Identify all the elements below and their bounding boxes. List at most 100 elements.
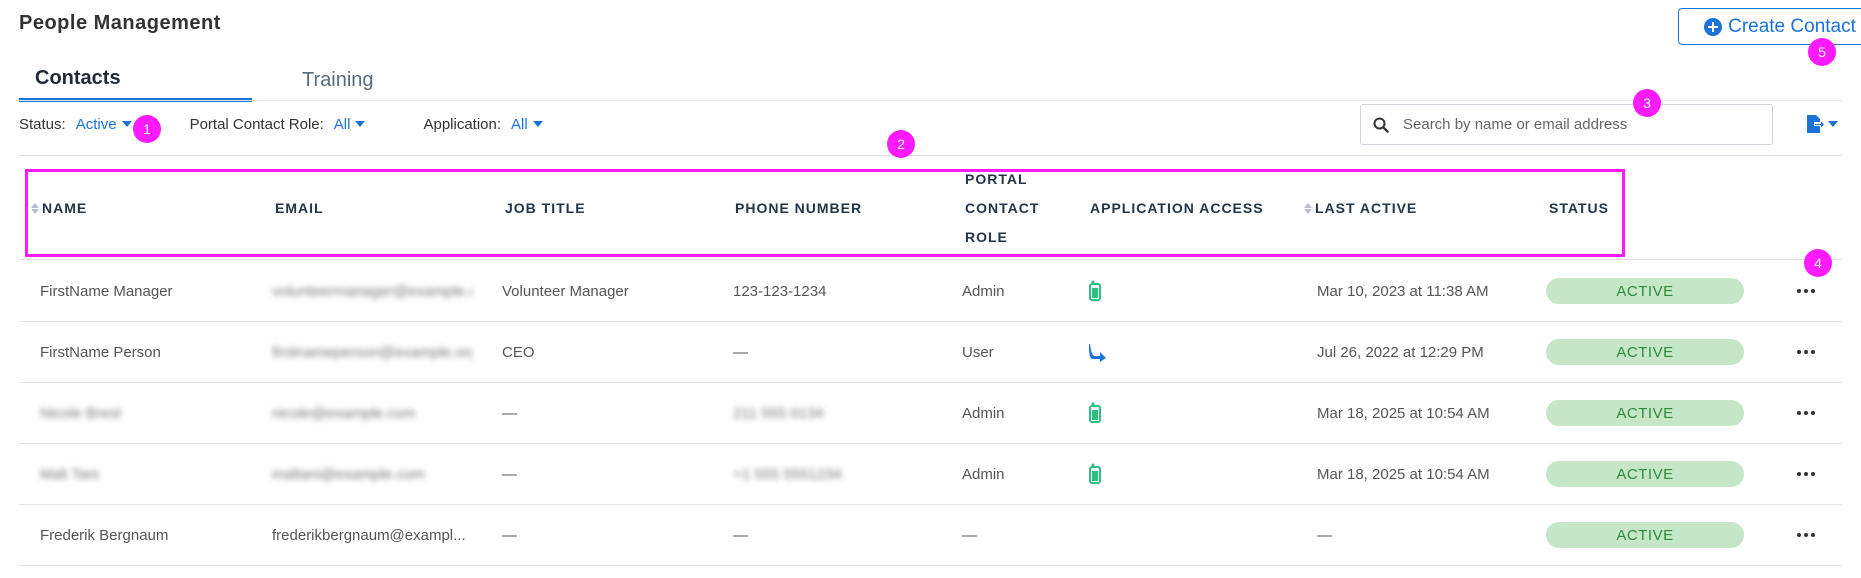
cell-status: ACTIVE bbox=[1546, 383, 1744, 443]
row-actions-button[interactable] bbox=[1797, 505, 1815, 565]
cell-last-active: Mar 18, 2025 at 10:54 AM bbox=[1317, 465, 1490, 483]
people-management-page: People Management Create Contact Contact… bbox=[0, 0, 1861, 578]
column-header-status: STATUS bbox=[1549, 200, 1609, 216]
volunteer-app-icon bbox=[1089, 402, 1101, 423]
cell-job-title: — bbox=[502, 526, 517, 544]
create-contact-label: Create Contact bbox=[1728, 15, 1856, 37]
status-badge: ACTIVE bbox=[1546, 522, 1744, 548]
cell-application-access bbox=[1088, 261, 1102, 321]
sort-icon bbox=[31, 202, 39, 214]
cell-phone: — bbox=[733, 343, 748, 361]
table-row[interactable]: FirstName Manager volunteermanager@examp… bbox=[19, 261, 1842, 322]
table-row[interactable]: FirstName Person firstnameperson@example… bbox=[19, 322, 1842, 383]
portal-role-filter-value: All bbox=[333, 115, 351, 133]
caret-down-icon bbox=[121, 121, 132, 127]
more-horizontal-icon bbox=[1797, 411, 1815, 415]
cell-role: User bbox=[962, 343, 994, 361]
cell-phone: +1 555 5551234 bbox=[733, 465, 842, 483]
cell-email: nicole@example.com bbox=[272, 404, 416, 422]
cell-application-access bbox=[1088, 322, 1106, 382]
cell-application-access bbox=[1088, 444, 1102, 504]
export-file-icon bbox=[1807, 115, 1824, 133]
export-button[interactable] bbox=[1806, 114, 1838, 134]
filter-bar: Status: Active Portal Contact Role: All … bbox=[19, 113, 601, 135]
blue-arrow-app-icon bbox=[1089, 344, 1106, 362]
column-header-last-active-label: LAST ACTIVE bbox=[1315, 200, 1418, 216]
cell-application-access bbox=[1088, 383, 1102, 443]
column-header-portal-role: PORTAL CONTACT ROLE bbox=[965, 156, 1039, 260]
application-filter: Application: All bbox=[423, 115, 543, 133]
tabs-divider bbox=[19, 100, 1842, 101]
status-filter-value: Active bbox=[75, 115, 117, 133]
column-header-last-active[interactable]: LAST ACTIVE bbox=[1304, 156, 1417, 260]
cell-role: — bbox=[962, 526, 977, 544]
column-header-name-label: NAME bbox=[42, 200, 88, 216]
annotation-marker-5: 5 bbox=[1808, 38, 1836, 66]
status-badge: ACTIVE bbox=[1546, 400, 1744, 426]
cell-name: Frederik Bergnaum bbox=[40, 526, 169, 544]
cell-phone: 211 555 0134 bbox=[733, 404, 824, 422]
status-filter: Status: Active bbox=[19, 116, 132, 133]
column-header-name[interactable]: NAME bbox=[31, 156, 87, 260]
cell-role: Admin bbox=[962, 465, 1005, 483]
cell-name: Mali Tani bbox=[40, 465, 99, 483]
more-horizontal-icon bbox=[1797, 533, 1815, 537]
application-filter-value: All bbox=[511, 115, 528, 133]
annotation-marker-1: 1 bbox=[133, 115, 161, 143]
column-header-application-access: APPLICATION ACCESS bbox=[1090, 200, 1264, 216]
column-header-phone: PHONE NUMBER bbox=[735, 200, 863, 216]
status-badge: ACTIVE bbox=[1546, 339, 1744, 365]
cell-name: FirstName Manager bbox=[40, 282, 173, 300]
search-icon bbox=[1373, 117, 1389, 133]
cell-phone: 123-123-1234 bbox=[733, 282, 827, 300]
cell-email: frederikbergnaum@exampl... bbox=[272, 526, 466, 544]
cell-email: volunteermanager@example.org bbox=[272, 282, 472, 300]
status-badge: ACTIVE bbox=[1546, 278, 1744, 304]
cell-last-active: Jul 26, 2022 at 12:29 PM bbox=[1317, 343, 1484, 361]
row-actions-button[interactable] bbox=[1797, 383, 1815, 443]
column-header-portal-role-line2: CONTACT bbox=[965, 199, 1040, 216]
annotation-marker-2: 2 bbox=[887, 130, 915, 158]
column-header-job-title: JOB TITLE bbox=[505, 200, 586, 216]
cell-job-title: Volunteer Manager bbox=[502, 282, 629, 300]
cell-status: ACTIVE bbox=[1546, 261, 1744, 321]
application-filter-dropdown[interactable]: All bbox=[511, 116, 543, 133]
cell-role: Admin bbox=[962, 282, 1005, 300]
caret-down-icon bbox=[1828, 121, 1838, 127]
more-horizontal-icon bbox=[1797, 289, 1815, 293]
search-box bbox=[1360, 104, 1773, 145]
cell-last-active: Mar 10, 2023 at 11:38 AM bbox=[1317, 282, 1489, 300]
table-row[interactable]: Nicole Brest nicole@example.com — 211 55… bbox=[19, 383, 1842, 444]
more-horizontal-icon bbox=[1797, 472, 1815, 476]
table-row[interactable]: Frederik Bergnaum frederikbergnaum@examp… bbox=[19, 505, 1842, 566]
cell-job-title: CEO bbox=[502, 343, 535, 361]
status-filter-dropdown[interactable]: Active bbox=[76, 116, 132, 133]
cell-status: ACTIVE bbox=[1546, 505, 1744, 565]
cell-name: FirstName Person bbox=[40, 343, 161, 361]
column-header-portal-role-line3: ROLE bbox=[965, 228, 1008, 245]
search-input[interactable] bbox=[1401, 115, 1741, 134]
table-row[interactable]: Mali Tani maltani@example.com — +1 555 5… bbox=[19, 444, 1842, 505]
cell-last-active: — bbox=[1317, 526, 1332, 544]
portal-role-filter-dropdown[interactable]: All bbox=[334, 116, 366, 133]
cell-job-title: — bbox=[502, 465, 517, 483]
application-filter-label: Application: bbox=[423, 115, 502, 133]
cell-email: maltani@example.com bbox=[272, 465, 425, 483]
portal-role-filter: Portal Contact Role: All bbox=[190, 116, 366, 133]
cell-last-active: Mar 18, 2025 at 10:54 AM bbox=[1317, 404, 1490, 422]
cell-email: firstnameperson@example.org bbox=[272, 343, 472, 361]
cell-job-title: — bbox=[502, 404, 517, 422]
volunteer-app-icon bbox=[1089, 463, 1101, 484]
create-contact-button[interactable]: Create Contact bbox=[1678, 8, 1861, 45]
row-actions-button[interactable] bbox=[1797, 322, 1815, 382]
cell-role: Admin bbox=[962, 404, 1005, 422]
table-header: NAME EMAIL JOB TITLE PHONE NUMBER PORTAL… bbox=[19, 156, 1842, 260]
tab-contacts[interactable]: Contacts bbox=[19, 58, 252, 102]
caret-down-icon bbox=[532, 121, 543, 127]
cell-name: Nicole Brest bbox=[40, 404, 121, 422]
tab-training[interactable]: Training bbox=[252, 58, 390, 102]
row-actions-button[interactable] bbox=[1797, 444, 1815, 504]
tab-bar: Contacts Training bbox=[19, 58, 390, 102]
plus-circle-icon bbox=[1704, 17, 1723, 36]
cell-status: ACTIVE bbox=[1546, 444, 1744, 504]
